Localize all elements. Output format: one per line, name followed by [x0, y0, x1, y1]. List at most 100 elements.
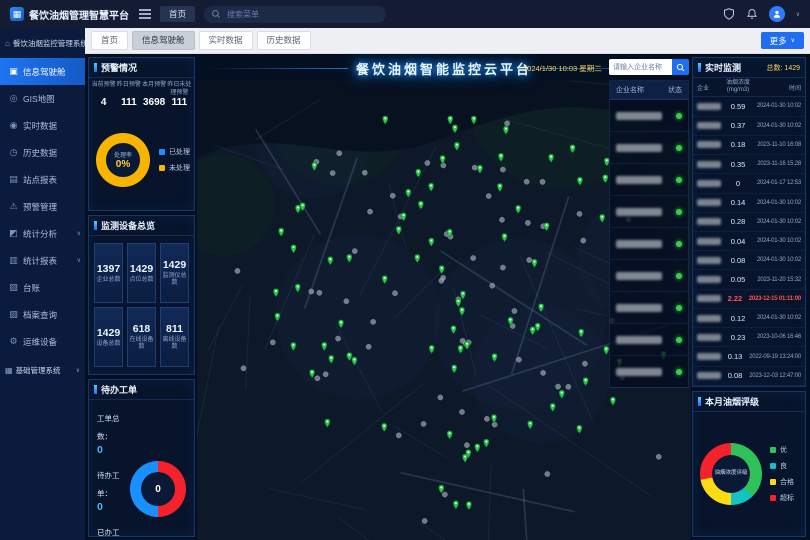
company-search-button[interactable] [672, 59, 689, 75]
sidebar-section-monitoring[interactable]: ⌂ 餐饮油烟监控管理系统 ∧ [0, 28, 85, 58]
map-marker-offline[interactable] [500, 265, 505, 270]
realtime-row[interactable]: 0.082024-01-30 10:02 [693, 251, 805, 270]
map-marker-offline[interactable] [441, 163, 446, 168]
map-marker-offline[interactable] [524, 179, 529, 184]
realtime-row[interactable]: 0.592024-01-30 10:02 [693, 97, 805, 116]
map-marker-offline[interactable] [330, 170, 335, 175]
map-marker-offline[interactable] [582, 361, 587, 366]
map-marker-offline[interactable] [541, 370, 546, 375]
tab-1[interactable]: 信息驾驶舱 [132, 31, 195, 50]
map-marker-offline[interactable] [545, 471, 550, 476]
realtime-row[interactable]: 0.352023-11-16 15:28 [693, 155, 805, 174]
realtime-row[interactable]: 02024-01-17 12:53 [693, 174, 805, 193]
company-row[interactable] [610, 260, 688, 292]
map-marker-offline[interactable] [337, 151, 342, 156]
sidebar-item-site-report[interactable]: ▤站点报表 [0, 166, 85, 193]
map-marker-offline[interactable] [500, 167, 505, 172]
map-marker-offline[interactable] [581, 238, 586, 243]
realtime-row[interactable]: 0.282024-01-30 10:02 [693, 213, 805, 232]
map-marker-offline[interactable] [352, 248, 357, 253]
topbar-tab-home[interactable]: 首页 [160, 6, 195, 22]
map-marker-offline[interactable] [367, 209, 372, 214]
map-marker-offline[interactable] [505, 121, 510, 126]
sidebar-section-base[interactable]: ▦ 基础管理系统 ∨ [0, 355, 85, 385]
company-row[interactable] [610, 228, 688, 260]
realtime-row[interactable]: 0.082023-12-03 12:47:00 [693, 367, 805, 386]
chevron-down-icon[interactable]: ∨ [796, 11, 800, 18]
map-marker-offline[interactable] [459, 409, 464, 414]
map-marker-offline[interactable] [471, 255, 476, 260]
shield-icon[interactable] [723, 8, 735, 20]
topbar-search-input[interactable] [225, 9, 379, 20]
map-marker-offline[interactable] [525, 220, 530, 225]
realtime-row[interactable]: 0.132022-09-19 13:24:00 [693, 347, 805, 366]
company-row[interactable] [610, 100, 688, 132]
map-marker-offline[interactable] [371, 319, 376, 324]
sidebar-item-gis-map[interactable]: ◎GIS地图 [0, 85, 85, 112]
map-marker-offline[interactable] [656, 454, 661, 459]
map-marker-offline[interactable] [512, 308, 517, 313]
tab-0[interactable]: 首页 [91, 31, 128, 50]
company-row[interactable] [610, 164, 688, 196]
tab-3[interactable]: 历史数据 [257, 31, 311, 50]
map-marker-offline[interactable] [516, 357, 521, 362]
map-marker-offline[interactable] [439, 278, 444, 283]
map-marker-offline[interactable] [396, 433, 401, 438]
map-marker-offline[interactable] [577, 211, 582, 216]
map-marker-offline[interactable] [527, 257, 532, 262]
company-row[interactable] [610, 356, 688, 388]
tab-2[interactable]: 实时数据 [199, 31, 253, 50]
sidebar-item-history-data[interactable]: ◷历史数据 [0, 139, 85, 166]
map-marker-offline[interactable] [484, 416, 489, 421]
map-marker-offline[interactable] [492, 422, 497, 427]
more-button[interactable]: 更多 ∨ [761, 32, 804, 49]
realtime-row[interactable]: 0.142024-01-30 10:02 [693, 194, 805, 213]
sidebar-item-ops-device[interactable]: ⚙运维设备 [0, 328, 85, 355]
map-marker-offline[interactable] [317, 290, 322, 295]
map-marker-offline[interactable] [425, 160, 430, 165]
map-marker-offline[interactable] [335, 336, 340, 341]
map-marker-offline[interactable] [270, 340, 275, 345]
map-marker-offline[interactable] [344, 299, 349, 304]
sidebar-item-warning-mgmt[interactable]: ⚠预警管理 [0, 193, 85, 220]
map-marker-offline[interactable] [362, 170, 367, 175]
company-row[interactable] [610, 132, 688, 164]
map-marker-offline[interactable] [464, 443, 469, 448]
sidebar-item-archive-query[interactable]: ▨档案查询 [0, 301, 85, 328]
map-marker-offline[interactable] [442, 492, 447, 497]
realtime-row[interactable]: 0.232023-10-06 16:46 [693, 328, 805, 347]
map-marker-offline[interactable] [366, 344, 371, 349]
map-marker-offline[interactable] [566, 384, 571, 389]
avatar[interactable] [769, 6, 785, 22]
map-marker-offline[interactable] [421, 421, 426, 426]
company-row[interactable] [610, 196, 688, 228]
map-marker-offline[interactable] [323, 372, 328, 377]
realtime-row[interactable]: 0.182023-11-10 16:08 [693, 136, 805, 155]
map-marker-offline[interactable] [315, 376, 320, 381]
map-marker-offline[interactable] [309, 289, 314, 294]
sidebar-item-ledger[interactable]: ▧台账 [0, 274, 85, 301]
realtime-row[interactable]: 0.052023-11-20 15:32 [693, 270, 805, 289]
map-marker-offline[interactable] [555, 384, 560, 389]
sidebar-item-stat-report[interactable]: ▥统计报表∨ [0, 247, 85, 274]
realtime-row[interactable]: 0.042024-01-30 10:02 [693, 232, 805, 251]
menu-toggle-icon[interactable] [139, 9, 151, 19]
map-marker-offline[interactable] [490, 283, 495, 288]
map-marker-offline[interactable] [486, 193, 491, 198]
map-marker-offline[interactable] [540, 179, 545, 184]
sidebar-item-info-cockpit[interactable]: ▣信息驾驶舱 [0, 58, 85, 85]
map-marker-offline[interactable] [235, 268, 240, 273]
company-row[interactable] [610, 292, 688, 324]
sidebar-item-stat-analysis[interactable]: ◩统计分析∨ [0, 220, 85, 247]
map-marker-offline[interactable] [438, 395, 443, 400]
company-row[interactable] [610, 324, 688, 356]
map-marker-offline[interactable] [472, 165, 477, 170]
topbar-search[interactable] [204, 6, 386, 23]
realtime-row[interactable]: 2.222023-12-15 01:11:00 [693, 290, 805, 309]
map-marker-offline[interactable] [241, 366, 246, 371]
map-marker-offline[interactable] [390, 193, 395, 198]
bell-icon[interactable] [746, 8, 758, 20]
company-search-input[interactable] [609, 59, 672, 75]
sidebar-item-realtime-data[interactable]: ◉实时数据 [0, 112, 85, 139]
realtime-row[interactable]: 0.122024-01-30 10:02 [693, 309, 805, 328]
